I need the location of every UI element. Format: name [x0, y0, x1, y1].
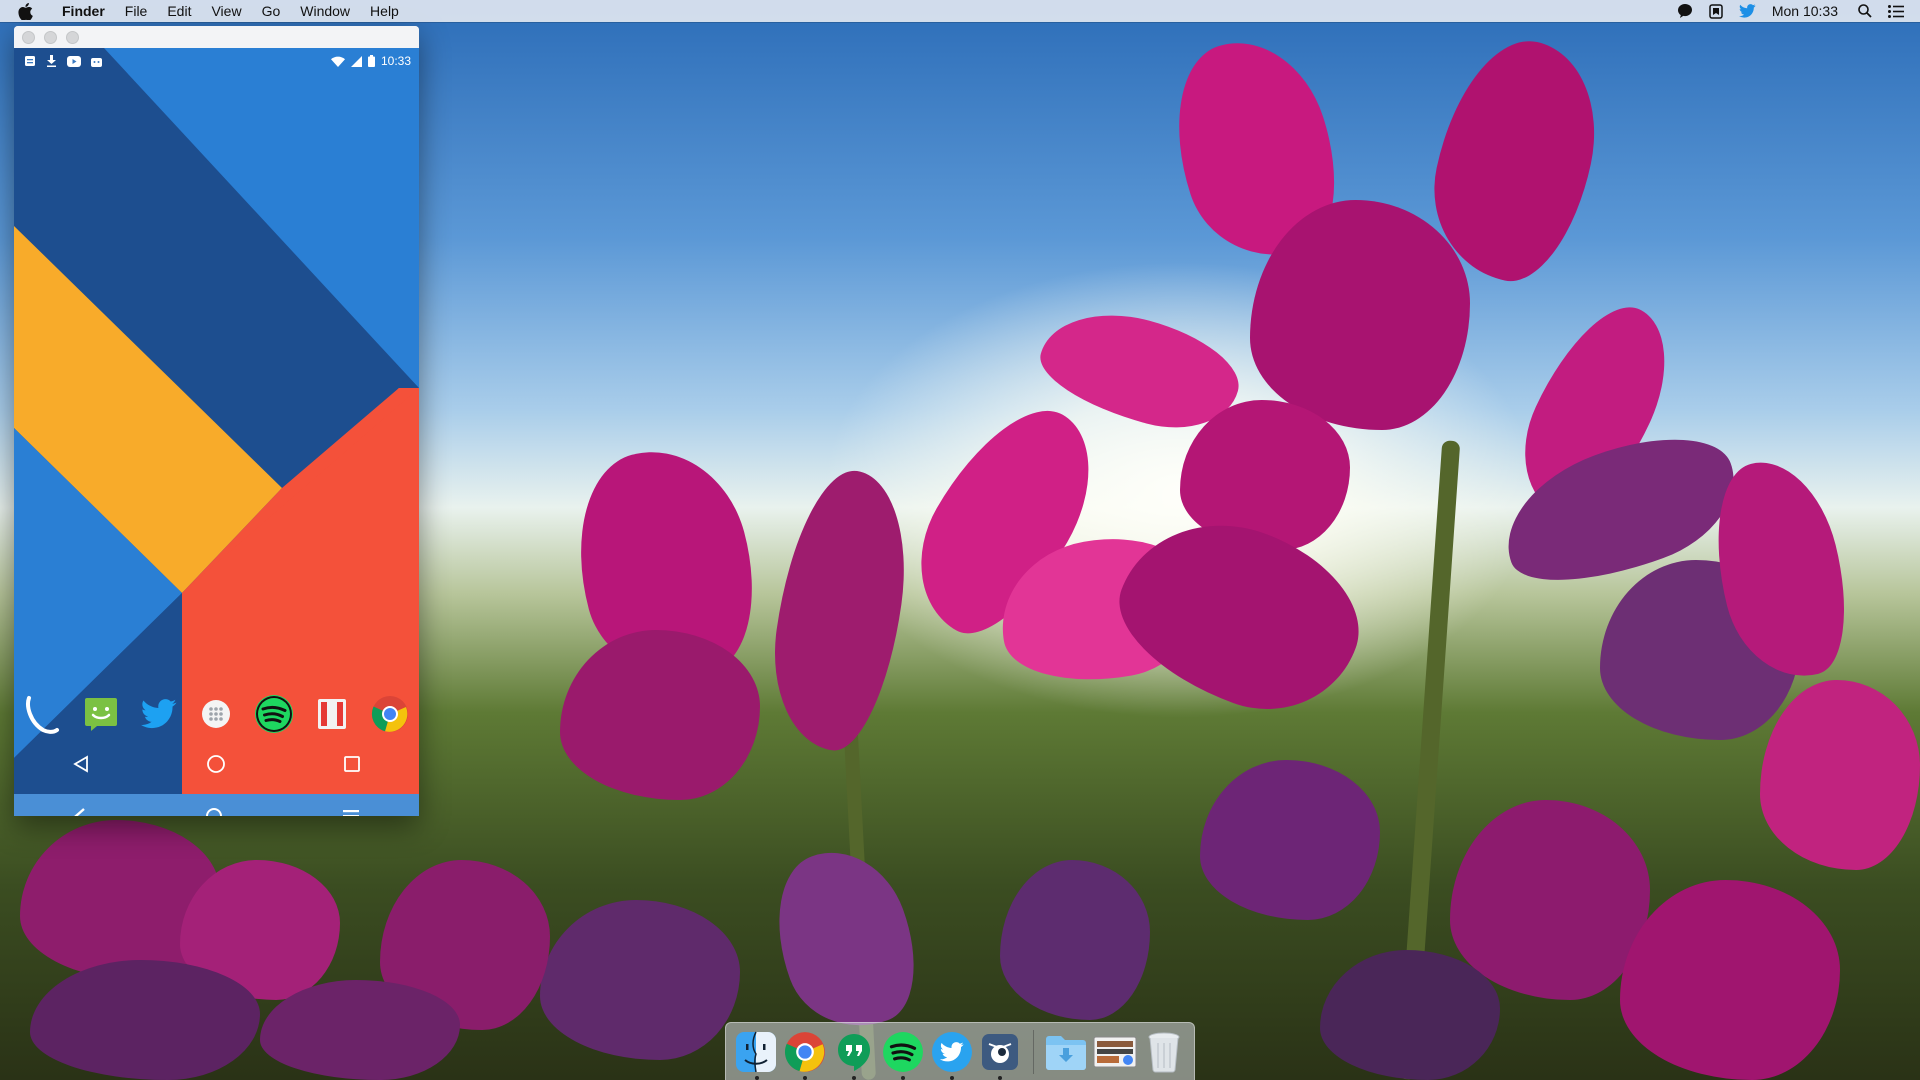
emulator-title-bar[interactable] — [14, 26, 419, 48]
running-indicator — [998, 1075, 1003, 1080]
menu-go[interactable]: Go — [252, 0, 291, 22]
spotify-icon[interactable] — [880, 1029, 926, 1080]
running-indicator — [949, 1075, 954, 1080]
finder-icon[interactable] — [734, 1029, 780, 1080]
menu-window[interactable]: Window — [290, 0, 360, 22]
menu-app-name[interactable]: Finder — [52, 0, 115, 22]
running-indicator — [803, 1075, 808, 1080]
android-dock — [14, 688, 419, 740]
android-back-button[interactable] — [72, 754, 90, 778]
android-status-bar: 10:33 — [14, 48, 419, 74]
hangouts-icon[interactable] — [831, 1029, 877, 1080]
apple-menu-icon[interactable] — [18, 2, 38, 20]
emulator-control-bar — [14, 794, 419, 816]
running-indicator — [754, 1075, 759, 1080]
chrome-icon[interactable] — [782, 1029, 828, 1080]
notification-center-icon[interactable] — [1888, 4, 1904, 18]
twitter-icon[interactable] — [139, 694, 179, 734]
twitter-status-icon[interactable] — [1738, 4, 1756, 18]
signal-icon — [350, 55, 362, 67]
menu-edit[interactable]: Edit — [157, 0, 201, 22]
android-recents-button[interactable] — [343, 755, 361, 778]
chrome-icon[interactable] — [370, 694, 410, 734]
screenshot-icon[interactable] — [1092, 1029, 1138, 1075]
zoom-window-button[interactable] — [66, 30, 79, 44]
screenshot-status-icon[interactable] — [1709, 3, 1723, 19]
android-wallpaper — [14, 48, 419, 794]
phone-icon[interactable] — [23, 694, 63, 734]
app-drawer-icon[interactable] — [196, 694, 236, 734]
dock-separator — [1032, 1029, 1034, 1074]
menubar-clock[interactable]: Mon 10:33 — [1772, 3, 1838, 19]
android-notification-icon — [91, 56, 102, 67]
android-home-button[interactable] — [206, 754, 226, 779]
emulator-window: 10:33 — [14, 26, 419, 816]
app-icon[interactable] — [312, 694, 352, 734]
android-screen[interactable]: 10:33 — [14, 48, 419, 794]
wifi-icon — [330, 56, 345, 67]
menu-bar: Finder File Edit View Go Window Help Mon… — [0, 0, 1920, 22]
youtube-notification-icon — [67, 55, 81, 67]
running-indicator — [852, 1075, 857, 1080]
notification-icon — [24, 55, 36, 67]
android-nav-bar — [14, 738, 419, 794]
running-indicator — [900, 1075, 905, 1080]
chat-status-icon[interactable] — [1677, 3, 1693, 19]
minimize-window-button[interactable] — [44, 30, 57, 44]
downloads-folder-icon[interactable] — [1043, 1029, 1089, 1075]
close-window-button[interactable] — [22, 30, 35, 44]
menu-file[interactable]: File — [115, 0, 158, 22]
menu-help[interactable]: Help — [360, 0, 409, 22]
emulator-home-button[interactable] — [205, 807, 223, 816]
emulator-back-button[interactable] — [73, 807, 87, 816]
spotify-icon[interactable] — [254, 694, 294, 734]
emulator-icon[interactable] — [977, 1029, 1023, 1080]
download-icon — [46, 55, 57, 67]
emulator-menu-button[interactable] — [342, 808, 360, 816]
messenger-icon[interactable] — [81, 694, 121, 734]
spotlight-search-icon[interactable] — [1858, 4, 1872, 18]
trash-icon[interactable] — [1141, 1029, 1187, 1075]
twitter-icon[interactable] — [929, 1029, 975, 1080]
menu-view[interactable]: View — [201, 0, 251, 22]
android-clock: 10:33 — [380, 54, 411, 68]
mac-dock — [725, 1022, 1195, 1080]
battery-icon — [367, 55, 375, 67]
